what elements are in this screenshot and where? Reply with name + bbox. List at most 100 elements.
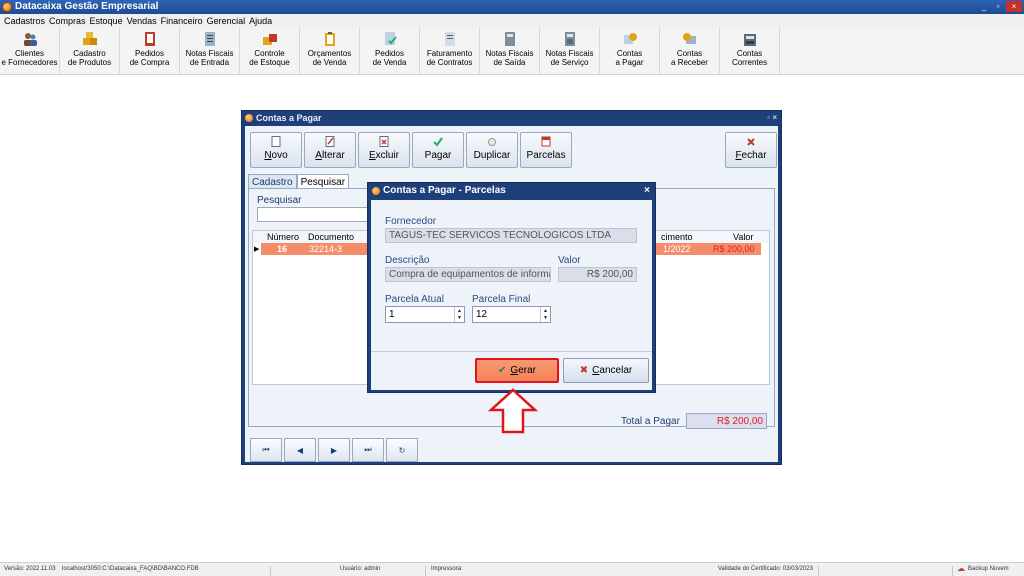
toolbar-pedidos-compra[interactable]: Pedidos de Compra — [120, 28, 180, 74]
column-valor[interactable]: Valor — [733, 232, 753, 242]
menu-financeiro[interactable]: Financeiro — [159, 16, 205, 26]
status-usuario: Usuário: admin — [340, 566, 381, 572]
last-record-button[interactable]: ⏭ — [352, 438, 384, 462]
column-vencimento[interactable]: cimento — [661, 232, 693, 242]
novo-button[interactable]: Novo — [250, 132, 302, 168]
edit-icon — [324, 136, 336, 147]
toolbar-faturamento-contratos[interactable]: Faturamento de Contratos — [420, 28, 480, 74]
window-logo-icon — [245, 114, 253, 122]
contas-window-title: Contas a Pagar — [256, 113, 322, 123]
descricao-label: Descrição — [385, 255, 430, 266]
close-button[interactable]: × — [1006, 1, 1022, 12]
cloud-icon: ☁ — [957, 564, 965, 573]
toolbar-controle-estoque[interactable]: Controle de Estoque — [240, 28, 300, 74]
cell-numero: 16 — [277, 244, 288, 254]
pay-icon — [622, 31, 638, 47]
cell-vencimento: 1/2022 — [663, 244, 691, 254]
parcela-atual-stepper[interactable]: 1 ▲ ▼ — [385, 306, 465, 323]
dialog-close-button[interactable]: × — [644, 183, 650, 199]
column-numero[interactable]: Número — [267, 232, 299, 242]
app-title: Datacaixa Gestão Empresarial — [15, 1, 159, 12]
dialog-logo-icon — [372, 187, 380, 195]
total-label: Total a Pagar — [621, 416, 680, 427]
first-record-button[interactable]: ⏮ — [250, 438, 282, 462]
app-title-bar: Datacaixa Gestão Empresarial _ ▫ × — [0, 0, 1024, 14]
fechar-button[interactable]: Fechar — [725, 132, 777, 168]
stepper-arrows-icon[interactable]: ▲ ▼ — [540, 307, 550, 322]
status-separator — [818, 566, 819, 576]
toolbar-nf-entrada[interactable]: Notas Fiscais de Entrada — [180, 28, 240, 74]
gerar-button[interactable]: ✔ Gerar — [475, 358, 559, 383]
menu-compras[interactable]: Compras — [47, 16, 88, 26]
minimize-button[interactable]: _ — [978, 1, 990, 12]
toolbar-contas-receber[interactable]: Contas a Receber — [660, 28, 720, 74]
status-impressora: Impressora: — [431, 566, 463, 572]
next-record-button[interactable]: ▶ — [318, 438, 350, 462]
status-separator — [952, 566, 953, 576]
fornecedor-field: TAGUS-TEC SERVICOS TECNOLOGICOS LTDA — [385, 228, 637, 243]
toolbar-cadastro-produtos[interactable]: Cadastro de Produtos — [60, 28, 120, 74]
menu-gerencial[interactable]: Gerencial — [205, 16, 248, 26]
sales-order-icon — [382, 31, 398, 47]
refresh-button[interactable]: ↻ — [386, 438, 418, 462]
toolbar-contas-pagar[interactable]: Contas a Pagar — [600, 28, 660, 74]
parcelas-dialog: Contas a Pagar - Parcelas × Fornecedor T… — [367, 182, 656, 393]
contas-window-controls[interactable]: ▫ × — [767, 111, 777, 125]
parcela-final-stepper[interactable]: 12 ▲ ▼ — [472, 306, 551, 323]
toolbar-orcamentos-venda[interactable]: Orçamentos de Venda — [300, 28, 360, 74]
valor-field: R$ 200,00 — [558, 267, 637, 282]
excluir-button[interactable]: Excluir — [358, 132, 410, 168]
fornecedor-label: Fornecedor — [385, 216, 437, 227]
restore-button[interactable]: ▫ — [992, 1, 1004, 12]
row-pointer-icon: ▶ — [254, 246, 260, 253]
status-validade: Validade do Certificado: 03/03/2023 — [718, 566, 813, 572]
status-versao: Versão: 2022.11.03 — [4, 566, 56, 572]
people-icon — [22, 31, 38, 47]
toolbar-nf-servico[interactable]: Notas Fiscais de Serviço — [540, 28, 600, 74]
parcela-final-label: Parcela Final — [472, 294, 531, 305]
column-documento[interactable]: Documento — [308, 232, 354, 242]
status-db-path: localhost/3050:C:\Datacaixa_FAQ\BD\BANCO… — [62, 566, 199, 572]
contas-window-title-bar[interactable]: Contas a Pagar ▫ × — [242, 111, 781, 125]
menu-bar: Cadastros Compras Estoque Vendas Finance… — [0, 14, 1024, 28]
stepper-arrows-icon[interactable]: ▲ ▼ — [454, 307, 464, 322]
total-value: R$ 200,00 — [686, 413, 767, 429]
invoice-icon — [202, 31, 218, 47]
parcelas-button[interactable]: Parcelas — [520, 132, 572, 168]
toolbar-contas-correntes[interactable]: Contas Correntes — [720, 28, 780, 74]
dialog-title-bar[interactable]: Contas a Pagar - Parcelas × — [368, 183, 655, 199]
stock-icon — [262, 31, 278, 47]
cancelar-button[interactable]: ✖ Cancelar — [563, 358, 649, 383]
calendar-icon — [540, 136, 552, 147]
duplicar-button[interactable]: Duplicar — [466, 132, 518, 168]
search-input[interactable] — [257, 207, 377, 222]
bank-icon — [742, 31, 758, 47]
status-backup[interactable]: Backup Nuvem — [968, 566, 1009, 572]
dialog-body: Fornecedor TAGUS-TEC SERVICOS TECNOLOGIC… — [371, 200, 652, 390]
search-label: Pesquisar — [257, 195, 302, 206]
pagar-button[interactable]: Pagar — [412, 132, 464, 168]
receive-icon — [682, 31, 698, 47]
toolbar-clientes-fornecedores[interactable]: Clientes e Fornecedores — [0, 28, 60, 74]
parcela-final-value: 12 — [476, 309, 488, 320]
prev-record-button[interactable]: ◀ — [284, 438, 316, 462]
parcela-atual-label: Parcela Atual — [385, 294, 444, 305]
record-navigator: ⏮ ◀ ▶ ⏭ ↻ — [250, 438, 418, 462]
red-arrow-annotation-icon — [488, 388, 538, 434]
dialog-form: Fornecedor TAGUS-TEC SERVICOS TECNOLOGIC… — [371, 200, 652, 352]
cell-documento: 32214-3 — [309, 244, 343, 254]
alterar-button[interactable]: Alterar — [304, 132, 356, 168]
parcela-atual-value: 1 — [389, 309, 395, 320]
menu-cadastros[interactable]: Cadastros — [2, 16, 47, 26]
delete-icon — [378, 136, 390, 147]
menu-estoque[interactable]: Estoque — [88, 16, 125, 26]
toolbar-pedidos-venda[interactable]: Pedidos de Venda — [360, 28, 420, 74]
calculator-icon — [502, 31, 518, 47]
valor-label: Valor — [558, 255, 581, 266]
menu-ajuda[interactable]: Ajuda — [247, 16, 274, 26]
toolbar-nf-saida[interactable]: Notas Fiscais de Saída — [480, 28, 540, 74]
close-icon — [745, 136, 757, 147]
window-controls: _ ▫ × — [978, 1, 1022, 12]
menu-vendas[interactable]: Vendas — [125, 16, 159, 26]
clipboard-icon — [322, 31, 338, 47]
